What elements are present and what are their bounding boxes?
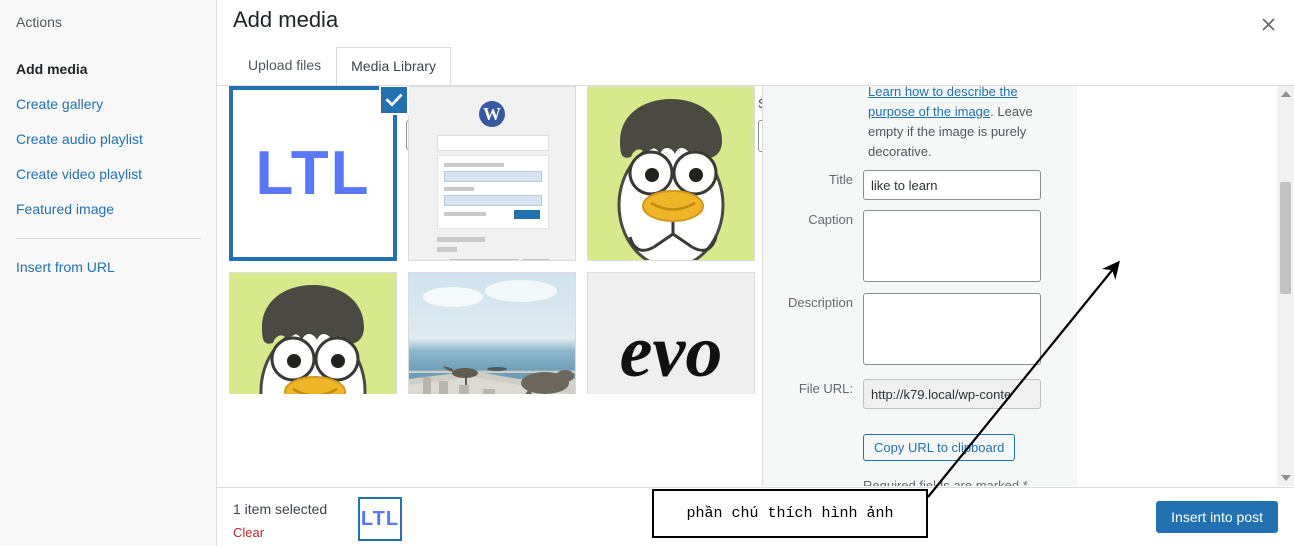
sidebar-menu: Add media Create gallery Create audio pl… (0, 52, 217, 285)
sidebar-divider (16, 238, 201, 239)
sidebar-heading: Actions (16, 14, 62, 30)
media-grid-cell: W (408, 86, 587, 272)
title-label: Title (828, 172, 853, 187)
selection-count: 1 item selected (233, 501, 328, 517)
file-url-label: File URL: (798, 381, 853, 396)
media-item-ltl[interactable]: LTL (229, 86, 397, 261)
tab-upload-files[interactable]: Upload files (233, 46, 336, 85)
close-icon[interactable] (1252, 8, 1284, 40)
sidebar-item-insert-from-url[interactable]: Insert from URL (0, 250, 217, 285)
media-grid-cell (229, 272, 408, 394)
logged-out-notice-art (437, 135, 549, 151)
ltl-logo-art: LTL (233, 90, 393, 257)
login-card-art (437, 155, 549, 229)
scrollbar-thumb[interactable] (1280, 182, 1291, 294)
insert-into-post-button[interactable]: Insert into post (1156, 501, 1278, 533)
annotation-text: phần chú thích hình ảnh (686, 505, 894, 522)
actions-sidebar: Actions Add media Create gallery Create … (0, 0, 217, 546)
file-url-field[interactable] (863, 379, 1041, 409)
media-item-evo-text[interactable]: evo PERSON (587, 272, 755, 394)
media-grid-cell (587, 86, 766, 272)
selected-thumbnail[interactable]: LTL (358, 497, 402, 541)
title-field[interactable] (863, 170, 1041, 200)
caption-field-row: Caption (763, 210, 1077, 282)
caption-field[interactable] (863, 210, 1041, 282)
tab-media-library[interactable]: Media Library (336, 47, 451, 86)
description-field-row: Description (763, 293, 1077, 365)
details-panel-scrollbar[interactable] (1277, 86, 1294, 486)
media-grid-cell: evo PERSON (587, 272, 766, 394)
wordpress-logo-icon: W (479, 101, 505, 127)
media-item-wp-login[interactable]: W (408, 86, 576, 261)
wordpress-login-art: W (409, 87, 575, 260)
sidebar-item-add-media[interactable]: Add media (0, 52, 217, 87)
sidebar-item-create-audio-playlist[interactable]: Create audio playlist (0, 122, 217, 157)
scroll-up-arrow-icon[interactable] (1280, 91, 1291, 97)
sidebar-item-create-video-playlist[interactable]: Create video playlist (0, 157, 217, 192)
sidebar-item-featured-image[interactable]: Featured image (0, 192, 217, 227)
script-text-art: evo PERSON (588, 273, 754, 394)
page-title: Add media (233, 7, 339, 32)
required-fields-note: Required fields are marked * (863, 478, 1028, 486)
media-item-duck-avatar[interactable] (229, 272, 397, 394)
cartoon-duck-art (588, 87, 754, 260)
sidebar-item-create-gallery[interactable]: Create gallery (0, 87, 217, 122)
pelicans-pier-art (409, 273, 575, 394)
script-text-main: evo (619, 311, 723, 393)
cartoon-duck-art (230, 273, 396, 394)
modal-tabs: Upload files Media Library (233, 46, 451, 86)
scroll-down-arrow-icon[interactable] (1280, 475, 1291, 481)
caption-label: Caption (808, 212, 853, 227)
title-field-row: Title (763, 170, 1077, 200)
description-label: Description (787, 295, 853, 310)
description-field[interactable] (863, 293, 1041, 365)
media-item-duck-avatar[interactable] (587, 86, 755, 261)
add-media-modal: Add media Upload files Media Library Fil… (217, 0, 1294, 546)
copy-url-button[interactable]: Copy URL to clipboard (863, 434, 1016, 461)
clear-selection-link[interactable]: Clear (233, 525, 264, 540)
check-icon[interactable] (379, 86, 409, 115)
ltl-logo-art: LTL (360, 499, 400, 539)
alt-text-help: Learn how to describe the purpose of the… (868, 86, 1038, 162)
file-url-field-row: File URL: (763, 379, 1077, 409)
attachment-details-panel: Learn how to describe the purpose of the… (762, 86, 1077, 486)
media-grid-cell (408, 272, 587, 394)
media-item-pelicans-pier[interactable] (408, 272, 576, 394)
annotation-callout: phần chú thích hình ảnh (652, 489, 928, 538)
media-grid-cell: LTL (229, 86, 409, 272)
